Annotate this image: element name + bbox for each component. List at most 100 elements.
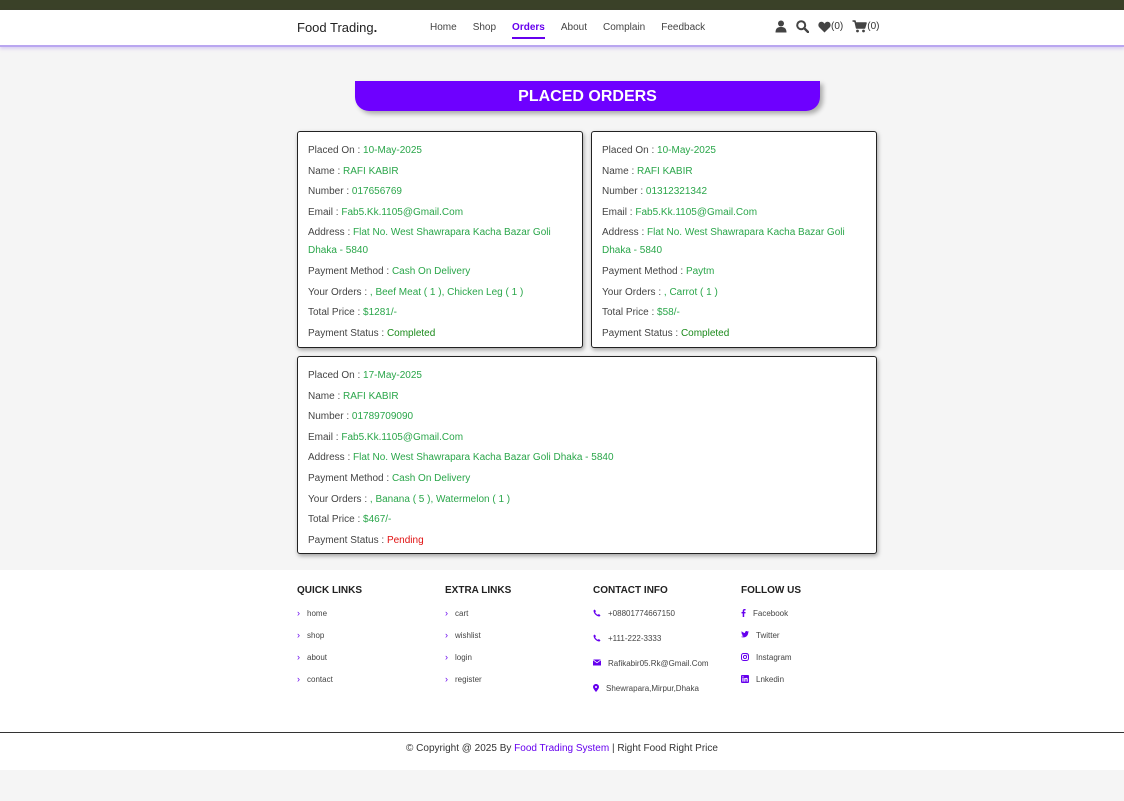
social-twitter[interactable]: Twitter	[741, 631, 801, 653]
label: Your Orders :	[308, 286, 370, 298]
order-number: Number : 01789709090	[308, 408, 866, 426]
copyright: © Copyright @ 2025 By Food Trading Syste…	[0, 743, 1124, 754]
order-address: Address : Flat No. West Shawrapara Kacha…	[308, 224, 572, 260]
nav-home[interactable]: Home	[430, 22, 457, 39]
value: RAFI KABIR	[343, 390, 399, 402]
cart-link[interactable]: (0)	[852, 20, 879, 33]
link-label: Facebook	[753, 609, 789, 618]
order-card: Placed On : 10-May-2025 Name : RAFI KABI…	[297, 131, 583, 348]
footer-link-login[interactable]: › login	[445, 653, 511, 675]
order-payment-method: Payment Method : Cash On Delivery	[308, 263, 572, 281]
wishlist-count: (0)	[831, 21, 844, 32]
social-facebook[interactable]: Facebook	[741, 609, 801, 631]
value: 01312321342	[645, 186, 708, 198]
contact-email[interactable]: Rafikabir05.Rk@Gmail.Com	[593, 659, 709, 684]
value: Fab5.Kk.1105@Gmail.Com	[341, 206, 464, 218]
status-badge: Pending	[386, 534, 424, 546]
facebook-icon	[741, 609, 746, 617]
chevron-right-icon: ›	[297, 608, 300, 618]
value: RAFI KABIR	[637, 165, 693, 177]
nav-shop[interactable]: Shop	[473, 22, 496, 39]
site-logo[interactable]: Food Trading.	[297, 20, 377, 35]
contact-text: Rafikabir05.Rk@Gmail.Com	[608, 659, 709, 668]
footer-link-register[interactable]: › register	[445, 675, 511, 697]
order-email: Email : Fab5.Kk.1105@Gmail.Com	[602, 204, 866, 222]
value: , Beef Meat ( 1 ), Chicken Leg ( 1 )	[369, 286, 524, 298]
label: Address :	[308, 227, 354, 239]
label: Your Orders :	[308, 493, 370, 505]
nav-complain[interactable]: Complain	[603, 22, 645, 39]
nav-feedback[interactable]: Feedback	[661, 22, 705, 39]
footer-link-home[interactable]: › home	[297, 609, 362, 631]
wishlist-link[interactable]: (0)	[818, 21, 843, 33]
nav-orders[interactable]: Orders	[512, 22, 545, 39]
footer-follow-us: FOLLOW US Facebook Twitter Instagram Lnk…	[741, 585, 801, 697]
label: Email :	[308, 431, 342, 443]
label: Number :	[308, 411, 352, 423]
link-label: cart	[455, 609, 469, 618]
user-icon[interactable]	[775, 20, 787, 33]
label: Payment Method :	[308, 472, 392, 484]
footer-link-contact[interactable]: › contact	[297, 675, 362, 697]
link-label: Twitter	[756, 631, 780, 640]
contact-phone-1[interactable]: +08801774667150	[593, 609, 709, 634]
logo-text: Food Trading	[297, 20, 374, 35]
status-badge: Completed	[680, 327, 730, 339]
order-card: Placed On : 17-May-2025 Name : RAFI KABI…	[297, 356, 877, 554]
order-payment-status: Payment Status : Pending	[308, 532, 866, 550]
twitter-icon	[741, 631, 749, 638]
value: Cash On Delivery	[391, 265, 471, 277]
order-payment-method: Payment Method : Cash On Delivery	[308, 470, 866, 488]
footer-link-shop[interactable]: › shop	[297, 631, 362, 653]
value: 10-May-2025	[363, 145, 422, 156]
label: Payment Method :	[602, 265, 686, 277]
site-header: Food Trading. Home Shop Orders About Com…	[0, 10, 1124, 47]
footer-heading: FOLLOW US	[741, 585, 801, 596]
link-label: register	[455, 675, 482, 684]
footer-heading: EXTRA LINKS	[445, 585, 512, 596]
instagram-icon	[741, 653, 749, 661]
value: Flat No. West Shawrapara Kacha Bazar Gol…	[353, 452, 614, 464]
order-total-price: Total Price : $58/-	[602, 304, 866, 322]
order-email: Email : Fab5.Kk.1105@Gmail.Com	[308, 204, 572, 222]
link-label: Instagram	[756, 653, 792, 662]
label: Address :	[602, 227, 648, 239]
footer-link-about[interactable]: › about	[297, 653, 362, 675]
value: Paytm	[685, 265, 715, 277]
label: Total Price :	[308, 307, 364, 319]
search-icon[interactable]	[796, 20, 809, 33]
social-instagram[interactable]: Instagram	[741, 653, 801, 675]
label: Payment Status :	[308, 534, 387, 546]
link-label: Lnkedin	[756, 675, 785, 684]
social-linkedin[interactable]: Lnkedin	[741, 675, 801, 697]
order-name: Name : RAFI KABIR	[602, 163, 866, 181]
value: RAFI KABIR	[343, 165, 399, 177]
chevron-right-icon: ›	[297, 674, 300, 684]
order-payment-status: Payment Status : Completed	[602, 325, 866, 343]
order-payment-method: Payment Method : Paytm	[602, 263, 866, 281]
order-placed-on: Placed On : 17-May-2025	[308, 367, 866, 385]
value: Cash On Delivery	[391, 472, 471, 484]
contact-address: Shewrapara,Mirpur,Dhaka	[593, 684, 709, 709]
footer-link-wishlist[interactable]: › wishlist	[445, 631, 511, 653]
nav-about[interactable]: About	[561, 22, 587, 39]
footer-link-cart[interactable]: › cart	[445, 609, 511, 631]
order-address: Address : Flat No. West Shawrapara Kacha…	[602, 224, 866, 260]
top-strip	[0, 0, 1124, 10]
chevron-right-icon: ›	[445, 652, 448, 662]
footer-quick-links: QUICK LINKS › home › shop › about › contact	[297, 585, 362, 697]
order-name: Name : RAFI KABIR	[308, 388, 866, 406]
label: Email :	[602, 206, 636, 218]
label: Placed On :	[308, 145, 364, 156]
label: Payment Method :	[308, 265, 392, 277]
order-items: Your Orders : , Banana ( 5 ), Watermelon…	[308, 491, 866, 509]
footer-heading: CONTACT INFO	[593, 585, 668, 596]
header-icons: (0) (0)	[775, 20, 879, 33]
cart-count: (0)	[867, 21, 880, 32]
label: Address :	[308, 452, 354, 464]
copyright-brand-link[interactable]: Food Trading System	[514, 743, 609, 754]
link-label: shop	[307, 631, 325, 640]
contact-phone-2[interactable]: +111-222-3333	[593, 634, 709, 659]
phone-icon	[593, 634, 601, 642]
copyright-suffix: | Right Food Right Price	[609, 743, 718, 754]
